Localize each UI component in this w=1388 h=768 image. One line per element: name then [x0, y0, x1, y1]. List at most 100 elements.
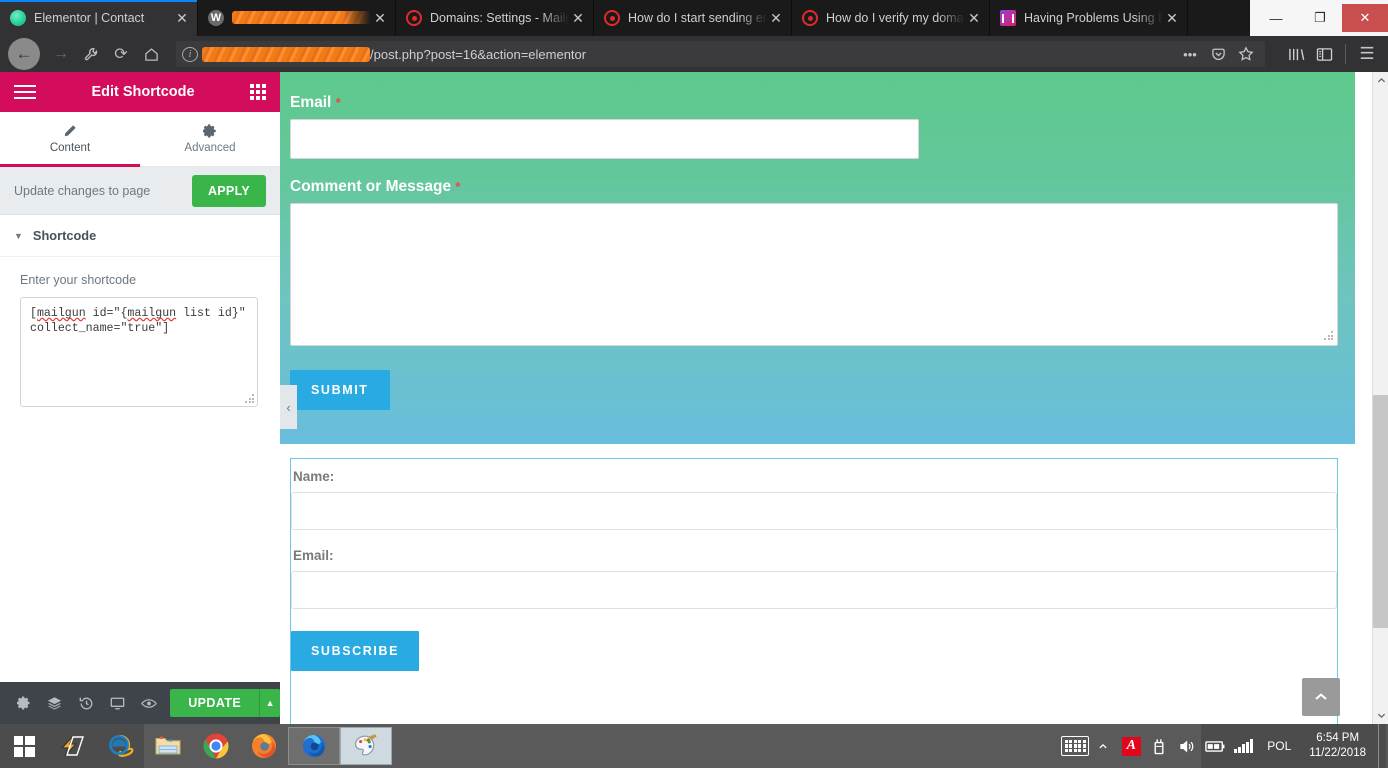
navigator-layers-icon[interactable]: [39, 682, 70, 724]
page-actions-icon[interactable]: •••: [1177, 41, 1203, 67]
mailgun-icon: [406, 10, 422, 26]
tab-strip: Elementor | Contact ✕ W ✕ Domains: Setti…: [0, 0, 1250, 36]
taskbar-paint-icon[interactable]: [340, 727, 392, 765]
reload-button[interactable]: ⟳: [106, 39, 136, 69]
responsive-mode-icon[interactable]: [102, 682, 133, 724]
avira-letter: A: [1121, 736, 1141, 756]
tab-advanced-label: Advanced: [184, 142, 236, 154]
subscribe-name-input[interactable]: [291, 492, 1337, 530]
scroll-down-arrow-icon[interactable]: [1373, 707, 1388, 724]
panel-collapse-handle[interactable]: ‹: [280, 385, 297, 429]
windows-taskbar: A POL 6:54 PM 11/22/2018: [0, 724, 1388, 768]
bookmark-star-icon[interactable]: [1233, 41, 1259, 67]
textarea-resize-handle-icon[interactable]: [1324, 331, 1333, 340]
hamburger-icon[interactable]: [14, 85, 36, 99]
browser-tab-2[interactable]: Domains: Settings - Mailgun ✕: [396, 0, 594, 36]
network-signal-icon[interactable]: [1229, 724, 1257, 768]
back-button[interactable]: ←: [8, 38, 40, 70]
tab-close-icon[interactable]: ✕: [965, 11, 983, 25]
mailgun-icon: [802, 10, 818, 26]
system-tray: A POL 6:54 PM 11/22/2018: [1061, 724, 1388, 768]
start-button[interactable]: [0, 724, 48, 768]
language-indicator[interactable]: POL: [1257, 739, 1301, 753]
minimize-button[interactable]: —: [1254, 4, 1298, 32]
maximize-button[interactable]: ❐: [1298, 4, 1342, 32]
email-input[interactable]: [290, 119, 919, 159]
address-bar[interactable]: i /post.php?post=16&action=elementor •••: [176, 41, 1265, 67]
redacted-domain: [202, 46, 370, 62]
shortcode-input[interactable]: [mailgun id="{mailgun list id}" collect_…: [20, 297, 258, 407]
taskbar-file-explorer-icon[interactable]: [144, 724, 192, 768]
update-options-caret-icon[interactable]: ▲: [259, 689, 281, 717]
tab-close-icon[interactable]: ✕: [569, 11, 587, 25]
close-button[interactable]: ✕: [1342, 4, 1388, 32]
volume-icon[interactable]: [1173, 724, 1201, 768]
browser-tab-5[interactable]: Having Problems Using Elementor ✕: [990, 0, 1188, 36]
signal-bars: [1234, 739, 1253, 753]
widgets-grid-icon[interactable]: [250, 84, 266, 100]
tab-title: Elementor | Contact: [34, 11, 145, 25]
clock[interactable]: 6:54 PM 11/22/2018: [1301, 731, 1378, 761]
taskbar-winamp-icon[interactable]: [48, 724, 96, 768]
tab-close-icon[interactable]: ✕: [371, 11, 389, 25]
tab-close-icon[interactable]: ✕: [1163, 11, 1181, 25]
resize-handle-icon[interactable]: [245, 394, 254, 403]
window-controls: — ❐ ✕: [1250, 0, 1388, 36]
apply-changes-row: Update changes to page APPLY: [0, 167, 280, 215]
scroll-up-arrow-icon[interactable]: [1373, 72, 1388, 89]
usb-device-icon[interactable]: [1145, 724, 1173, 768]
contact-form-section: Email * Comment or Message * SUBMIT ‹: [280, 72, 1355, 444]
show-desktop-button[interactable]: [1378, 724, 1386, 768]
preview-eye-icon[interactable]: [133, 682, 164, 724]
hamburger-menu-icon[interactable]: ☰: [1354, 41, 1380, 67]
tab-close-icon[interactable]: ✕: [767, 11, 785, 25]
tab-advanced[interactable]: Advanced: [140, 112, 280, 166]
elementor-icon: [1000, 10, 1016, 26]
taskbar-internet-explorer-icon[interactable]: [96, 724, 144, 768]
tab-title: Having Problems Using Elementor: [1024, 11, 1163, 25]
shortcode-field-label: Enter your shortcode: [20, 273, 137, 287]
email-field-label: Email *: [290, 94, 341, 111]
browser-tab-3[interactable]: How do I start sending email ✕: [594, 0, 792, 36]
subscribe-email-input[interactable]: [291, 571, 1337, 609]
browser-tab-1[interactable]: W ✕: [198, 0, 396, 36]
shortcode-text: [mailgun id="{mailgun list id}" collect_…: [30, 307, 246, 335]
tab-title: How do I start sending email: [628, 11, 767, 25]
taskbar-firefox-icon[interactable]: [240, 724, 288, 768]
taskbar-firefox-developer-icon[interactable]: [288, 727, 340, 765]
library-icon[interactable]: [1283, 41, 1309, 67]
browser-tab-4[interactable]: How do I verify my domain ✕: [792, 0, 990, 36]
history-icon[interactable]: [71, 682, 102, 724]
avira-icon[interactable]: A: [1117, 724, 1145, 768]
back-to-top-button[interactable]: [1302, 678, 1340, 716]
message-textarea[interactable]: [290, 203, 1338, 346]
toolbar-right: ☰: [1283, 41, 1380, 67]
panel-header: Edit Shortcode: [0, 72, 280, 112]
settings-gear-icon[interactable]: [8, 682, 39, 724]
subscribe-name-label: Name:: [293, 469, 335, 484]
browser-tab-0[interactable]: Elementor | Contact ✕: [0, 0, 198, 36]
windows-logo-icon: [13, 735, 35, 757]
submit-button[interactable]: SUBMIT: [290, 370, 390, 410]
subscribe-button[interactable]: SUBSCRIBE: [291, 631, 420, 671]
forward-button[interactable]: →: [46, 39, 76, 69]
tab-content[interactable]: Content: [0, 112, 140, 167]
pocket-icon[interactable]: [1205, 41, 1231, 67]
page-title: Edit Shortcode: [91, 84, 195, 100]
update-button[interactable]: UPDATE: [170, 689, 260, 717]
home-button[interactable]: [136, 39, 166, 69]
battery-icon[interactable]: [1201, 724, 1229, 768]
tab-close-icon[interactable]: ✕: [173, 11, 191, 25]
tools-wrench-icon[interactable]: [76, 39, 106, 69]
taskbar-chrome-icon[interactable]: [192, 724, 240, 768]
page-scrollbar[interactable]: [1372, 72, 1388, 724]
scrollbar-thumb[interactable]: [1373, 395, 1388, 628]
sidebar-icon[interactable]: [1311, 41, 1337, 67]
panel-footer: UPDATE ▲: [0, 682, 281, 724]
apply-button[interactable]: APPLY: [191, 174, 266, 207]
touch-keyboard-icon[interactable]: [1061, 724, 1090, 768]
site-info-icon[interactable]: i: [182, 46, 198, 62]
show-hidden-icons-chevron-icon[interactable]: [1089, 724, 1117, 768]
section-header-shortcode[interactable]: ▼ Shortcode: [0, 215, 280, 257]
browser-titlebar: Elementor | Contact ✕ W ✕ Domains: Setti…: [0, 0, 1388, 36]
